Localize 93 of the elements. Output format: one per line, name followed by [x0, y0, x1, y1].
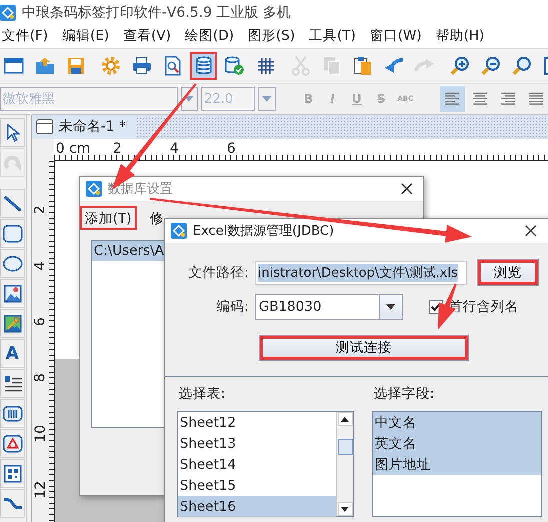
toolbar-button[interactable]	[190, 52, 217, 80]
copy-icon	[322, 56, 340, 76]
window-icon	[36, 119, 54, 135]
list-item[interactable]: Sheet16	[178, 496, 336, 517]
gear-icon	[100, 56, 120, 76]
tick-icon	[431, 302, 441, 312]
align-right-icon	[500, 92, 516, 106]
list-label: 选择字段:	[373, 385, 436, 403]
test-connection-button[interactable]: 测试连接	[259, 335, 469, 361]
database-check-icon	[224, 56, 244, 76]
printer-icon	[132, 57, 152, 75]
align-justify-icon	[528, 92, 544, 106]
paste-icon	[354, 56, 372, 76]
tool-button[interactable]	[0, 309, 25, 338]
undo-icon	[382, 57, 404, 75]
list-item[interactable]: Sheet15	[178, 475, 336, 496]
menu-item[interactable]: 工具(T)	[307, 27, 358, 45]
menu-item[interactable]: 图形(S)	[246, 27, 298, 45]
tool-button[interactable]	[0, 369, 25, 398]
menu-item[interactable]: 编辑(E)	[60, 27, 112, 45]
ruler-label: 2	[113, 142, 122, 156]
list-item[interactable]: Sheet14	[178, 454, 336, 475]
tool-button[interactable]	[0, 399, 25, 428]
scroll-thumb[interactable]	[338, 439, 352, 455]
paragraph-icon	[2, 374, 22, 392]
magnifier-icon	[512, 56, 532, 76]
barcode-icon	[2, 406, 22, 422]
tool-button[interactable]	[0, 279, 25, 308]
window-title: 中琅条码标签打印软件-V6.5.9 工业版 多机	[22, 4, 292, 22]
ellipse-icon	[2, 256, 22, 272]
list-item[interactable]: 中文名	[373, 412, 541, 433]
dialog-title: Excel数据源管理(JDBC)	[193, 223, 336, 240]
scroll-down-icon[interactable]	[341, 506, 349, 512]
pointer-icon	[6, 124, 20, 142]
tool-button[interactable]	[0, 429, 25, 458]
menu-item[interactable]: 文件(F)	[0, 27, 50, 45]
tool-button[interactable]	[0, 219, 25, 248]
preview-icon	[164, 56, 182, 76]
image-icon	[4, 284, 22, 302]
menu-item[interactable]: 窗口(W)	[368, 27, 424, 45]
ruler-label: 10	[34, 425, 48, 443]
list-item[interactable]: 图片地址	[373, 454, 541, 475]
list-item[interactable]: Sheet12	[178, 412, 336, 433]
scissors-icon	[292, 56, 310, 76]
database-icon	[194, 56, 212, 76]
curve-icon	[2, 496, 22, 512]
tool-button[interactable]	[0, 459, 25, 488]
tool-button[interactable]: A	[0, 339, 25, 368]
tool-button[interactable]	[0, 189, 25, 218]
tool-button[interactable]	[0, 489, 25, 518]
ruler-label: 6	[227, 142, 236, 156]
line-icon	[4, 194, 22, 212]
scroll-up-icon[interactable]	[341, 416, 349, 422]
qr-code-icon	[4, 464, 22, 482]
field-label: 文件路径:	[187, 264, 249, 282]
rounded-rectangle-icon	[2, 224, 22, 242]
ruler-label: 2	[33, 206, 48, 214]
close-icon[interactable]	[525, 225, 537, 237]
ruler-label: 8	[33, 374, 48, 382]
browse-button[interactable]: 浏览	[477, 259, 539, 286]
menu-item[interactable]: 查看(V)	[121, 27, 174, 45]
close-icon[interactable]	[401, 183, 413, 195]
caret-icon	[386, 304, 396, 310]
zoom-out-icon	[480, 56, 500, 76]
menu-item[interactable]: 添加(T)	[80, 206, 137, 230]
ruler-label: 0 cm	[56, 142, 91, 156]
window-icon	[4, 57, 24, 75]
list-label: 选择表:	[178, 385, 227, 403]
ruler-label: 6	[33, 318, 48, 326]
save-icon	[66, 57, 84, 75]
list-item[interactable]: Sheet13	[178, 433, 336, 454]
grid-icon	[256, 57, 274, 75]
rotate-icon	[4, 154, 22, 172]
align-center-icon	[472, 92, 488, 106]
file-path-field[interactable]: inistrator\Desktop\文件\测试.xls	[255, 260, 467, 284]
menu-item[interactable]: 帮助(H)	[434, 27, 487, 45]
ruler-label: 4	[170, 142, 179, 156]
dialog-icon	[171, 223, 187, 239]
caret-icon	[262, 96, 272, 102]
picture-icon	[4, 314, 22, 332]
list-item[interactable]: 英文名	[373, 433, 541, 454]
folder-icon	[34, 57, 54, 75]
tool-button[interactable]	[0, 118, 25, 147]
zoom-in-icon	[450, 56, 470, 76]
tool-button[interactable]	[0, 249, 25, 278]
dialog-icon	[86, 181, 102, 197]
align-left-icon	[444, 92, 460, 106]
ruler-label: 4	[33, 262, 48, 270]
field-label: 编码:	[215, 298, 249, 316]
ruler-label: 12	[34, 481, 48, 499]
scrollbar[interactable]	[336, 412, 353, 516]
encoding-dropdown[interactable]: GB18030	[255, 294, 403, 320]
menu-item[interactable]: 绘图(D)	[183, 27, 236, 45]
